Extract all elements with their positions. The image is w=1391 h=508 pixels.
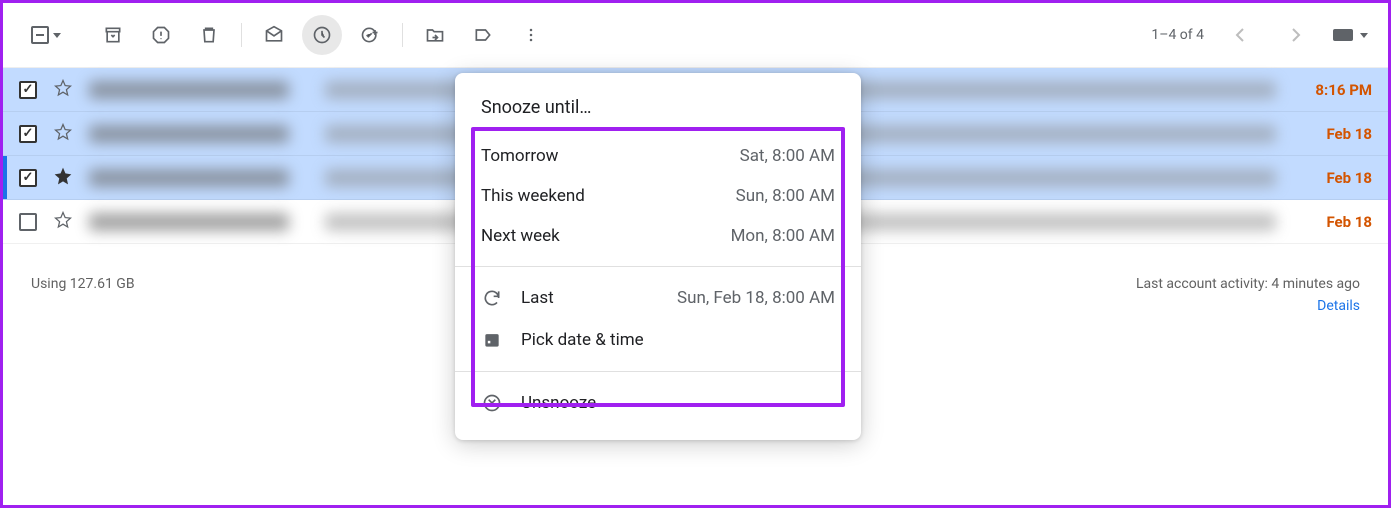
archive-icon bbox=[103, 25, 123, 45]
email-time: 8:16 PM bbox=[1292, 81, 1372, 99]
archive-button[interactable] bbox=[93, 15, 133, 55]
star-button[interactable] bbox=[53, 210, 73, 234]
sender-blurred bbox=[89, 125, 289, 143]
labels-button[interactable] bbox=[463, 15, 503, 55]
label-icon bbox=[473, 25, 493, 45]
mark-read-button[interactable] bbox=[254, 15, 294, 55]
snooze-button[interactable] bbox=[302, 15, 342, 55]
prev-page-button[interactable] bbox=[1220, 15, 1260, 55]
star-button[interactable] bbox=[53, 78, 73, 102]
task-add-icon bbox=[360, 25, 380, 45]
divider bbox=[241, 23, 242, 47]
caret-down-icon bbox=[53, 33, 61, 38]
snooze-pick-item[interactable]: Pick date & time bbox=[455, 319, 861, 361]
divider bbox=[402, 23, 403, 47]
details-link[interactable]: Details bbox=[1136, 298, 1360, 314]
add-task-button[interactable] bbox=[350, 15, 390, 55]
snooze-option-label: Tomorrow bbox=[481, 146, 558, 166]
clock-icon bbox=[312, 25, 332, 45]
star-outline-icon bbox=[53, 122, 73, 142]
row-checkbox[interactable] bbox=[19, 81, 37, 99]
pagination-text: 1–4 of 4 bbox=[1151, 27, 1204, 43]
snooze-title: Snooze until… bbox=[455, 89, 861, 136]
move-to-button[interactable] bbox=[415, 15, 455, 55]
snooze-unsnooze-label: Unsnooze bbox=[521, 393, 596, 413]
snooze-option-label: This weekend bbox=[481, 186, 585, 206]
caret-down-icon bbox=[1360, 33, 1368, 38]
trash-icon bbox=[199, 25, 219, 45]
star-outline-icon bbox=[53, 210, 73, 230]
folder-move-icon bbox=[425, 25, 445, 45]
chevron-right-icon bbox=[1291, 28, 1301, 42]
select-all-button[interactable] bbox=[23, 20, 69, 50]
snooze-option-item[interactable]: Tomorrow Sat, 8:00 AM bbox=[455, 136, 861, 176]
spam-icon bbox=[151, 25, 171, 45]
snooze-unsnooze-item[interactable]: Unsnooze bbox=[455, 382, 861, 424]
selection-accent bbox=[3, 156, 7, 199]
more-vert-icon bbox=[521, 25, 541, 45]
calendar-icon bbox=[481, 329, 503, 351]
snooze-option-label: Next week bbox=[481, 226, 560, 246]
divider bbox=[455, 371, 861, 372]
select-indeterminate-icon bbox=[31, 26, 49, 44]
snooze-last-when: Sun, Feb 18, 8:00 AM bbox=[677, 288, 835, 308]
chevron-left-icon bbox=[1235, 28, 1245, 42]
report-spam-button[interactable] bbox=[141, 15, 181, 55]
snooze-option-when: Mon, 8:00 AM bbox=[731, 226, 835, 246]
star-outline-icon bbox=[53, 78, 73, 98]
delete-button[interactable] bbox=[189, 15, 229, 55]
sender-blurred bbox=[89, 169, 289, 187]
row-checkbox[interactable] bbox=[19, 169, 37, 187]
email-time: Feb 18 bbox=[1292, 169, 1372, 187]
pagination: 1–4 of 4 bbox=[1151, 15, 1368, 55]
star-icon bbox=[53, 166, 73, 186]
sender-blurred bbox=[89, 81, 289, 99]
row-checkbox[interactable] bbox=[19, 213, 37, 231]
email-time: Feb 18 bbox=[1292, 125, 1372, 143]
star-button[interactable] bbox=[53, 122, 73, 146]
snooze-option-when: Sat, 8:00 AM bbox=[740, 146, 835, 166]
row-checkbox[interactable] bbox=[19, 125, 37, 143]
input-tools-button[interactable] bbox=[1332, 28, 1368, 42]
email-time: Feb 18 bbox=[1292, 213, 1372, 231]
toolbar: 1–4 of 4 bbox=[3, 3, 1388, 67]
snooze-option-when: Sun, 8:00 AM bbox=[736, 186, 835, 206]
storage-text: Using 127.61 GB bbox=[31, 276, 135, 320]
snooze-option-item[interactable]: This weekend Sun, 8:00 AM bbox=[455, 176, 861, 216]
activity-text: Last account activity: 4 minutes ago bbox=[1136, 276, 1360, 292]
snooze-last-item[interactable]: Last Sun, Feb 18, 8:00 AM bbox=[455, 277, 861, 319]
sender-blurred bbox=[89, 213, 289, 231]
cancel-icon bbox=[481, 392, 503, 414]
more-button[interactable] bbox=[511, 15, 551, 55]
keyboard-icon bbox=[1332, 28, 1354, 42]
snooze-last-label: Last bbox=[521, 288, 554, 308]
next-page-button[interactable] bbox=[1276, 15, 1316, 55]
envelope-icon bbox=[264, 25, 284, 45]
snooze-options: Tomorrow Sat, 8:00 AM This weekend Sun, 8:0… bbox=[455, 136, 861, 256]
star-button[interactable] bbox=[53, 166, 73, 190]
redo-icon bbox=[481, 287, 503, 309]
divider bbox=[455, 266, 861, 267]
snooze-pick-label: Pick date & time bbox=[521, 330, 644, 350]
snooze-option-item[interactable]: Next week Mon, 8:00 AM bbox=[455, 216, 861, 256]
snooze-menu: Snooze until… Tomorrow Sat, 8:00 AM This w… bbox=[455, 73, 861, 440]
